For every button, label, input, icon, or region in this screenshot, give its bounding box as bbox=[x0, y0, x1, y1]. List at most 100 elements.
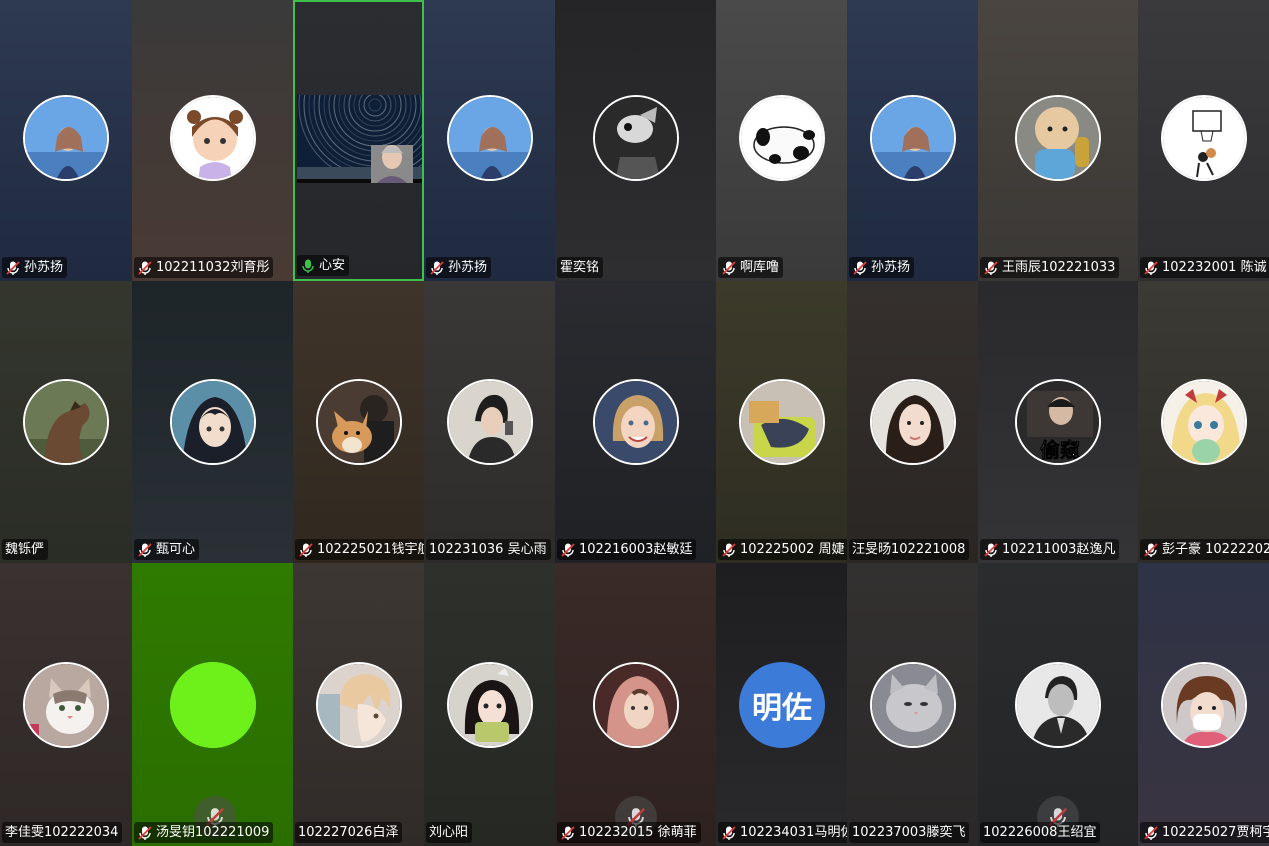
participant-name: 汪旻旸102221008 bbox=[852, 541, 966, 557]
participant-tile[interactable]: 明佐 102234031马明佐 bbox=[716, 563, 847, 846]
participant-tile[interactable]: 偷窥 102211003赵逸凡 bbox=[978, 281, 1138, 563]
avatar bbox=[23, 662, 109, 748]
avatar-image bbox=[741, 381, 823, 463]
participant-tile[interactable]: 魏铄俨 bbox=[0, 281, 132, 563]
avatar-image bbox=[595, 664, 677, 746]
participant-nameplate: 孙苏扬 bbox=[849, 257, 915, 278]
avatar bbox=[593, 95, 679, 181]
mic-muted-icon bbox=[1144, 825, 1158, 840]
participant-nameplate: 102231036 吴心雨 bbox=[426, 539, 551, 560]
participant-nameplate: 102232015 徐萌菲 bbox=[557, 822, 701, 843]
participant-tile[interactable]: 汪旻旸102221008 bbox=[847, 281, 978, 563]
mic-muted-icon bbox=[561, 542, 575, 557]
participant-nameplate: 孙苏扬 bbox=[2, 257, 68, 278]
participant-tile[interactable]: 心安 bbox=[293, 0, 424, 281]
avatar-image bbox=[318, 664, 400, 746]
avatar-image bbox=[172, 381, 254, 463]
participant-name: 刘心阳 bbox=[429, 824, 469, 840]
avatar bbox=[1161, 95, 1247, 181]
participant-nameplate: 102211003赵逸凡 bbox=[980, 539, 1120, 560]
avatar-image: 偷窥 bbox=[1017, 381, 1099, 463]
avatar bbox=[447, 662, 533, 748]
avatar: 偷窥 bbox=[1015, 379, 1101, 465]
participant-tile[interactable]: 102231036 吴心雨 bbox=[424, 281, 555, 563]
avatar-image bbox=[170, 662, 256, 748]
avatar bbox=[170, 379, 256, 465]
mic-muted-icon bbox=[984, 542, 998, 557]
participant-name: 102216003赵敏廷 bbox=[579, 541, 693, 557]
avatar bbox=[316, 379, 402, 465]
participant-name: 啊库噜 bbox=[740, 259, 780, 275]
avatar-image bbox=[741, 97, 823, 179]
mic-muted-icon bbox=[1144, 260, 1158, 275]
participant-name: 102225021钱宇航 bbox=[317, 541, 424, 557]
avatar-image bbox=[872, 97, 954, 179]
avatar-image bbox=[1163, 664, 1245, 746]
avatar-image bbox=[449, 97, 531, 179]
participant-name: 王雨辰102221033 bbox=[1002, 259, 1116, 275]
avatar-image bbox=[25, 97, 107, 179]
avatar-image bbox=[872, 381, 954, 463]
participant-tile[interactable]: 孙苏扬 bbox=[424, 0, 555, 281]
participant-tile[interactable]: 102227026白泽 bbox=[293, 563, 424, 846]
participant-nameplate: 刘心阳 bbox=[426, 822, 473, 843]
participant-nameplate: 霍奕铭 bbox=[557, 257, 604, 278]
participant-nameplate: 汪旻旸102221008 bbox=[849, 539, 970, 560]
participant-tile[interactable]: 102237003滕奕飞 bbox=[847, 563, 978, 846]
participant-name: 魏铄俨 bbox=[5, 541, 45, 557]
avatar bbox=[316, 662, 402, 748]
avatar-image bbox=[1017, 664, 1099, 746]
participant-nameplate: 102216003赵敏廷 bbox=[557, 539, 697, 560]
avatar bbox=[870, 95, 956, 181]
participant-name: 102232015 徐萌菲 bbox=[579, 824, 697, 840]
participant-nameplate: 102232001 陈诚 bbox=[1140, 257, 1269, 278]
participant-tile[interactable]: 孙苏扬 bbox=[0, 0, 132, 281]
participant-nameplate: 102225002 周婕 bbox=[718, 539, 847, 560]
participant-tile[interactable]: 102216003赵敏廷 bbox=[555, 281, 716, 563]
participant-name: 孙苏扬 bbox=[448, 259, 488, 275]
participant-tile[interactable]: 102232015 徐萌菲 bbox=[555, 563, 716, 846]
participant-name: 汤旻钥102221009 bbox=[156, 824, 270, 840]
participant-tile[interactable]: 彭子豪 102222020 bbox=[1138, 281, 1269, 563]
participant-tile[interactable]: 102211032刘育彤 bbox=[132, 0, 293, 281]
avatar bbox=[593, 379, 679, 465]
avatar-image bbox=[595, 97, 677, 179]
participant-tile[interactable]: 霍奕铭 bbox=[555, 0, 716, 281]
participant-name: 102225002 周婕 bbox=[740, 541, 845, 557]
avatar-image bbox=[595, 381, 677, 463]
avatar-image bbox=[1163, 381, 1245, 463]
participant-name: 102211003赵逸凡 bbox=[1002, 541, 1116, 557]
participant-tile[interactable]: 汤旻钥102221009 bbox=[132, 563, 293, 846]
participant-tile[interactable]: 刘心阳 bbox=[424, 563, 555, 846]
avatar-image bbox=[872, 664, 954, 746]
participant-name: 102211032刘育彤 bbox=[156, 259, 270, 275]
participant-tile[interactable]: 102225027贾柯宇 bbox=[1138, 563, 1269, 846]
participant-name: 102231036 吴心雨 bbox=[429, 541, 547, 557]
avatar-image bbox=[25, 381, 107, 463]
mic-muted-icon bbox=[853, 260, 867, 275]
participant-tile[interactable]: 102232001 陈诚 bbox=[1138, 0, 1269, 281]
participant-tile[interactable]: 王雨辰102221033 bbox=[978, 0, 1138, 281]
avatar bbox=[447, 95, 533, 181]
participant-tile[interactable]: 孙苏扬 bbox=[847, 0, 978, 281]
avatar bbox=[739, 95, 825, 181]
participant-nameplate: 王雨辰102221033 bbox=[980, 257, 1120, 278]
participant-tile[interactable]: 102225002 周婕 bbox=[716, 281, 847, 563]
participant-name: 心安 bbox=[319, 257, 346, 273]
avatar-image bbox=[172, 97, 254, 179]
participant-name: 甄可心 bbox=[156, 541, 196, 557]
participant-nameplate: 心安 bbox=[297, 255, 350, 276]
participant-name: 102232001 陈诚 bbox=[1162, 259, 1267, 275]
mic-muted-icon bbox=[299, 542, 313, 557]
avatar bbox=[23, 95, 109, 181]
participant-tile[interactable]: 啊库噜 bbox=[716, 0, 847, 281]
avatar-image bbox=[1163, 97, 1245, 179]
participant-tile[interactable]: 李佳雯102222034 bbox=[0, 563, 132, 846]
participant-tile[interactable]: 102226008王绍宜 bbox=[978, 563, 1138, 846]
participant-name: 102234031马明佐 bbox=[740, 824, 847, 840]
avatar-image bbox=[25, 664, 107, 746]
participant-tile[interactable]: 甄可心 bbox=[132, 281, 293, 563]
participant-tile[interactable]: 102225021钱宇航 bbox=[293, 281, 424, 563]
participant-nameplate: 汤旻钥102221009 bbox=[134, 822, 274, 843]
avatar-initials: 明佐 bbox=[739, 662, 825, 748]
